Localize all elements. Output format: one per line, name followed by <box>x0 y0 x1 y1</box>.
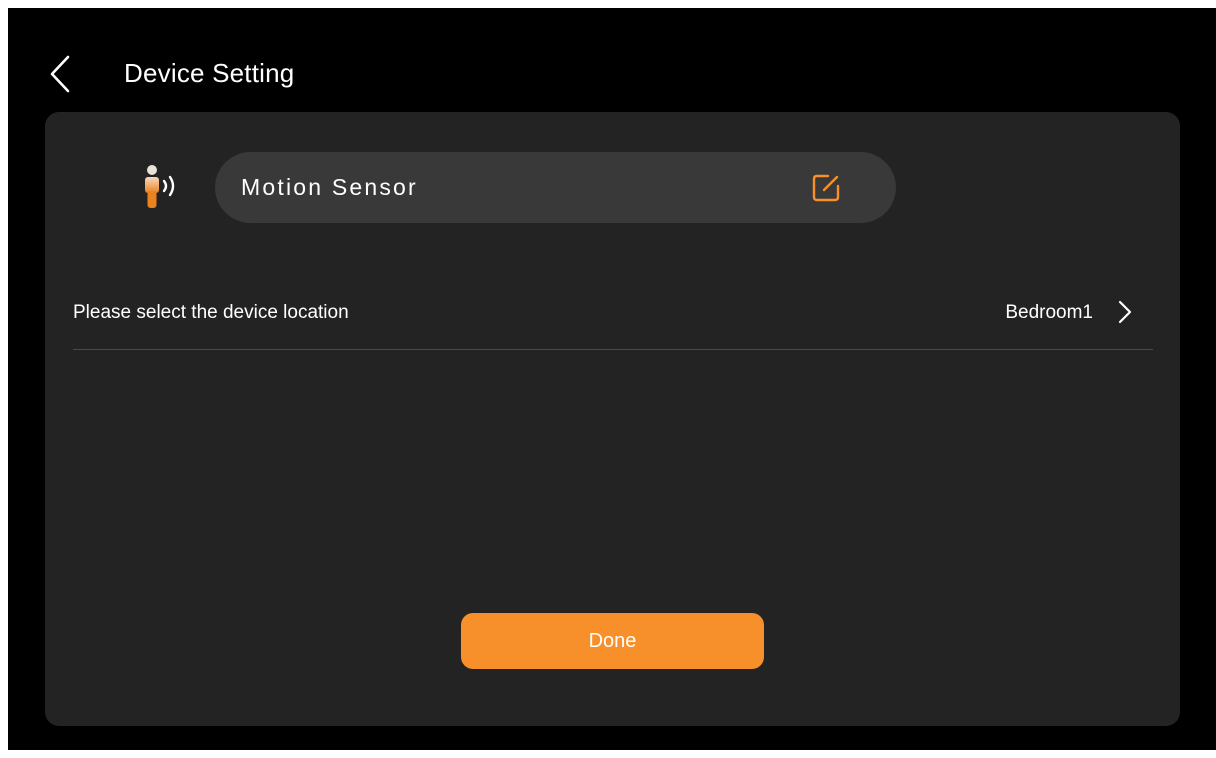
edit-icon[interactable] <box>810 172 842 204</box>
divider <box>73 349 1153 350</box>
device-name: Motion Sensor <box>241 174 418 200</box>
back-button[interactable] <box>40 54 80 94</box>
settings-card: Motion Sensor Please select the device l… <box>45 112 1180 726</box>
done-button[interactable]: Done <box>461 613 764 669</box>
motion-sensor-icon <box>135 162 191 212</box>
page-title: Device Setting <box>124 58 295 88</box>
chevron-right-icon <box>1115 298 1135 326</box>
screen: Device Setting Motion Sensor Please sele… <box>8 8 1216 750</box>
chevron-left-icon <box>50 55 70 93</box>
location-label: Please select the device location <box>73 302 349 323</box>
device-location-row[interactable]: Please select the device location Bedroo… <box>73 280 1153 350</box>
location-value: Bedroom1 <box>1005 302 1093 323</box>
device-name-field[interactable]: Motion Sensor <box>215 152 896 223</box>
header: Device Setting <box>8 48 1216 100</box>
